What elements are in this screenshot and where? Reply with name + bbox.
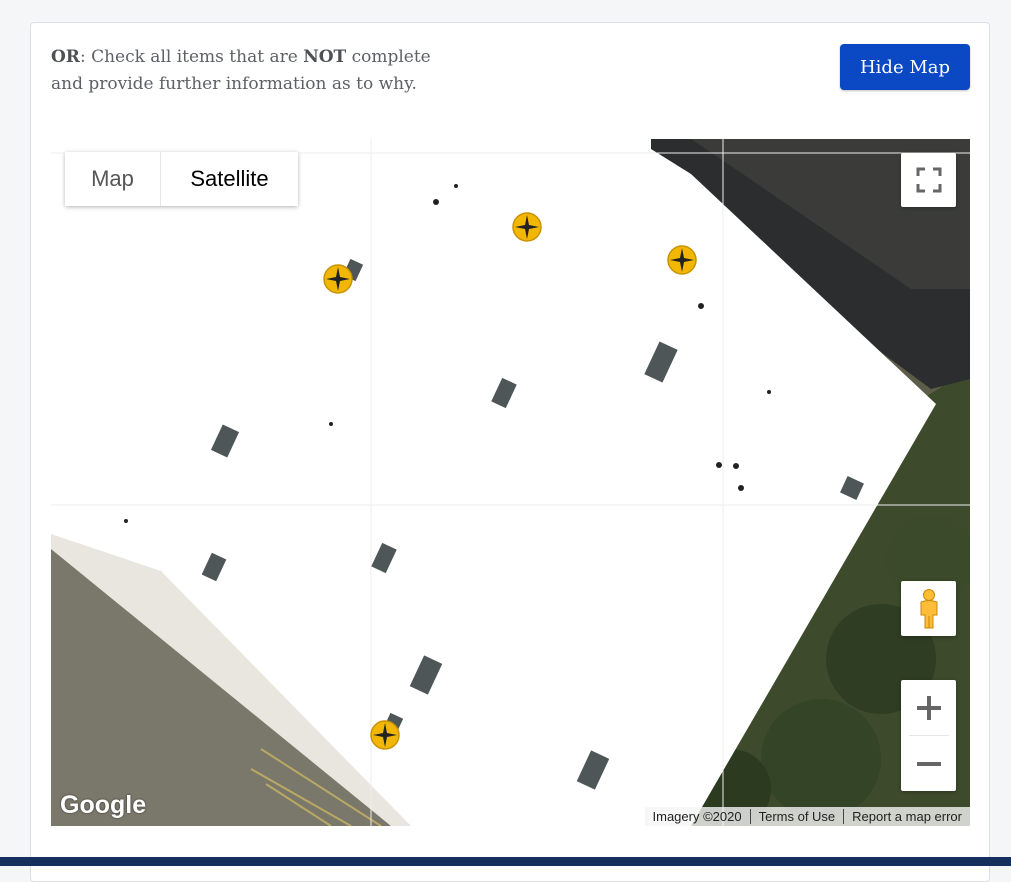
roof-marker-1[interactable] [322,263,354,295]
instructions-line-1: OR: Check all items that are NOT complet… [51,44,511,71]
report-map-error-link[interactable]: Report a map error [843,809,970,824]
map-attribution: Imagery ©2020 Terms of Use Report a map … [644,807,970,826]
map-type-control: Map Satellite [65,152,298,206]
not-emphasis: NOT [303,47,347,67]
imagery-credit: Imagery ©2020 [652,809,742,824]
terms-of-use-link[interactable]: Terms of Use [749,809,844,824]
google-logo: Google [60,791,147,819]
roof-marker-4[interactable] [369,719,401,751]
roof-marker-2[interactable] [511,211,543,243]
zoom-in-icon [916,695,941,720]
zoom-in-button[interactable] [901,680,956,735]
fullscreen-icon [916,167,941,193]
zoom-out-icon [916,761,941,766]
instructions-part-2: complete [346,47,431,67]
footer-bar [0,857,1011,866]
map-type-map-button[interactable]: Map [65,152,161,206]
or-label: OR [51,47,80,67]
instructions-text: OR: Check all items that are NOT complet… [51,44,511,98]
instructions-line-2: and provide further information as to wh… [51,74,417,94]
street-view-pegman-button[interactable] [901,581,956,636]
hide-map-button[interactable]: Hide Map [840,44,970,90]
zoom-control [901,680,956,791]
pegman-icon [920,588,937,628]
roof-marker-3[interactable] [666,244,698,276]
satellite-map[interactable]: Map Satellite Google Imagery ©2020 Terms… [51,139,970,826]
map-type-satellite-button[interactable]: Satellite [161,152,298,206]
instructions-part-1: : Check all items that are [79,47,304,67]
zoom-out-button[interactable] [901,736,956,791]
fullscreen-button[interactable] [901,153,956,207]
